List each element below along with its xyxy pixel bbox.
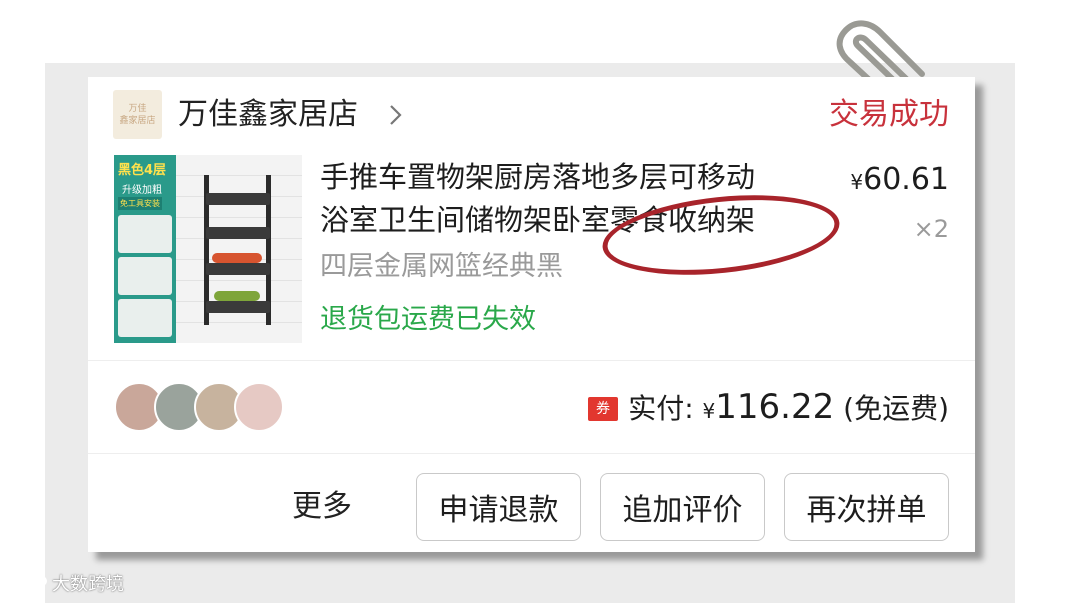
amount-paid: 实付: ¥116.22 (免运费) xyxy=(628,387,949,431)
return-shipping-note: 退货包运费已失效 xyxy=(320,304,536,335)
chevron-right-icon[interactable] xyxy=(384,102,406,128)
price-currency: ¥ xyxy=(850,170,864,194)
cart-basket-3 xyxy=(206,263,270,275)
store-logo[interactable]: 万佳 鑫家居店 xyxy=(113,90,162,139)
thumbnail-tag: 黑色4层 xyxy=(118,163,167,178)
store-logo-line1: 万佳 xyxy=(128,103,147,114)
cart-fruit xyxy=(212,253,262,263)
order-card: 万佳 鑫家居店 万佳鑫家居店 交易成功 黑色4层 升级加粗 免工具安装 手推车置… xyxy=(88,77,975,552)
paid-amount: 116.22 xyxy=(715,387,835,427)
price-value: 60.61 xyxy=(863,162,949,197)
avatar[interactable] xyxy=(234,382,284,432)
divider xyxy=(88,453,975,454)
product-sku: 四层金属网篮经典黑 xyxy=(320,251,563,282)
more-button[interactable]: 更多 xyxy=(292,487,352,527)
cart-basket-2 xyxy=(206,227,270,239)
reorder-button[interactable]: 再次拼单 xyxy=(784,473,949,541)
cart-basket-4 xyxy=(206,301,270,313)
coupon-icon: 券 xyxy=(588,397,618,421)
store-name[interactable]: 万佳鑫家居店 xyxy=(178,95,358,135)
thumbnail-tile-wall xyxy=(176,155,302,343)
quantity: ×2 xyxy=(913,215,949,243)
cart-basket-1 xyxy=(206,193,270,205)
paid-label: 实付: xyxy=(628,392,694,425)
divider xyxy=(88,360,975,361)
thumbnail-note: 免工具安装 xyxy=(118,197,162,210)
thumbnail-subtitle: 升级加粗 xyxy=(122,185,162,196)
product-title-line1[interactable]: 手推车置物架厨房落地多层可移动 xyxy=(320,157,755,197)
cart-vegetables xyxy=(214,291,260,301)
watermark-text: 大数跨境 xyxy=(52,574,124,595)
unit-price: ¥60.61 xyxy=(850,160,949,202)
thumbnail-hooks-panel xyxy=(118,215,172,253)
paid-currency: ¥ xyxy=(702,399,716,423)
thumbnail-basket-panel xyxy=(118,299,172,337)
product-thumbnail[interactable]: 黑色4层 升级加粗 免工具安装 xyxy=(114,155,302,343)
add-review-button[interactable]: 追加评价 xyxy=(600,473,765,541)
order-status: 交易成功 xyxy=(829,97,949,132)
shipping-note: (免运费) xyxy=(843,392,949,425)
store-logo-line2: 鑫家居店 xyxy=(119,115,156,126)
watermark-logo-icon xyxy=(10,575,47,591)
request-refund-button[interactable]: 申请退款 xyxy=(416,473,581,541)
thumbnail-info-strip: 黑色4层 升级加粗 免工具安装 xyxy=(114,155,176,343)
thumbnail-wheels-panel xyxy=(118,257,172,295)
watermark: 大数跨境 xyxy=(8,570,124,596)
